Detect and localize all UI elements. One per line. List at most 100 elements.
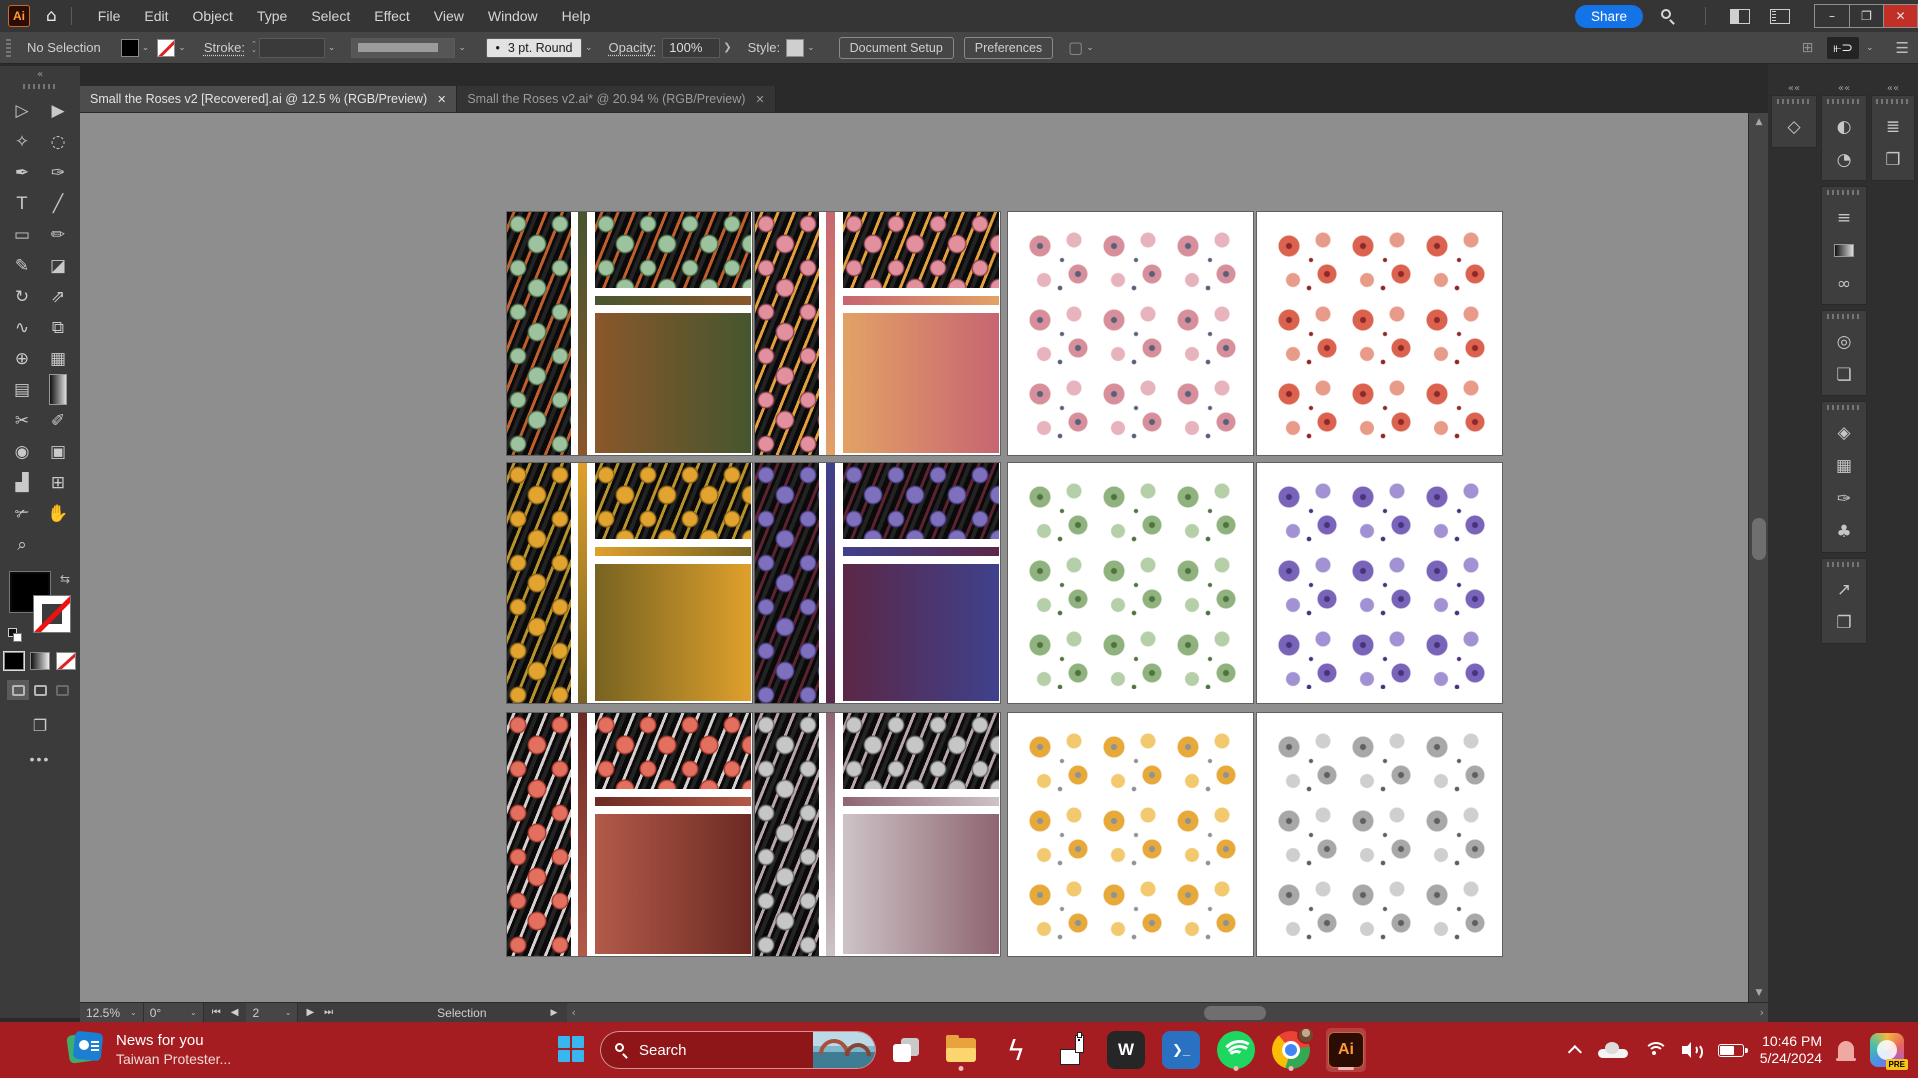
dark-w-app-button[interactable]: W xyxy=(1106,1028,1146,1072)
gradient-square[interactable] xyxy=(843,564,999,701)
fill-color-swatch[interactable] xyxy=(121,39,139,57)
rectangle-tool[interactable]: ▭ xyxy=(4,219,40,250)
panel-grip[interactable] xyxy=(1876,99,1910,104)
powershell-button[interactable]: ❯_ xyxy=(1161,1028,1201,1072)
libraries-panel-icon[interactable]: ❒ xyxy=(1872,143,1914,176)
select-similar-icon[interactable]: ▢ xyxy=(1068,38,1083,57)
default-fill-stroke-icon[interactable] xyxy=(8,628,22,642)
arrow-right-icon[interactable]: ❯ xyxy=(723,42,731,53)
pen-tool[interactable]: ✒ xyxy=(4,157,40,188)
illustrator-taskbar-button[interactable]: Ai xyxy=(1326,1028,1366,1072)
status-menu-icon[interactable]: ▶ xyxy=(551,1008,558,1018)
collapse-dock-icon[interactable]: «« xyxy=(1821,80,1867,95)
panel-grip[interactable] xyxy=(1777,99,1811,104)
tray-expand-icon[interactable] xyxy=(1568,1045,1582,1059)
scroll-left-icon[interactable]: ‹ xyxy=(571,1003,575,1023)
gradient-ribbon-horizontal[interactable] xyxy=(843,296,999,305)
artboard-tool[interactable]: ⊞ xyxy=(40,467,76,498)
menu-window[interactable]: Window xyxy=(476,3,550,29)
gray-blossom-board[interactable] xyxy=(1257,713,1502,956)
collapse-dock-icon[interactable]: «« xyxy=(1871,80,1915,95)
spotify-button[interactable] xyxy=(1216,1028,1256,1072)
document-setup-button[interactable]: Document Setup xyxy=(839,37,954,59)
onedrive-icon[interactable] xyxy=(1598,1042,1628,1058)
panel-grip[interactable] xyxy=(1827,562,1861,567)
gradient-ribbon-vertical[interactable] xyxy=(826,212,835,455)
swap-fill-stroke-icon[interactable]: ⇆ xyxy=(60,572,70,586)
red-blossom-board[interactable] xyxy=(1257,212,1502,455)
mesh-tool[interactable]: ▤ xyxy=(4,374,40,405)
properties-panel-icon[interactable]: ≣ xyxy=(1872,110,1914,143)
gray-floral-set[interactable] xyxy=(755,713,1000,956)
gradient-ribbon-horizontal[interactable] xyxy=(595,547,751,556)
horizontal-scrollbar[interactable]: ‹ › xyxy=(567,1003,1768,1023)
chevron-down-icon[interactable]: ⌄ xyxy=(458,43,466,53)
paintbrush-tool[interactable]: ✏ xyxy=(40,219,76,250)
panel-grip[interactable] xyxy=(23,84,57,89)
transparency-panel-icon[interactable]: ∞ xyxy=(1822,267,1866,300)
purple-floral-set[interactable] xyxy=(755,463,1000,703)
clock[interactable]: 10:46 PM 5/24/2024 xyxy=(1760,1033,1822,1067)
next-artboard-icon[interactable]: ▶ xyxy=(306,1007,314,1018)
asset-export-panel-icon[interactable]: ↗ xyxy=(1822,573,1866,606)
change-screen-mode-icon[interactable]: ❐ xyxy=(0,716,80,735)
shape-builder-tool[interactable]: ⊕ xyxy=(4,343,40,374)
share-button[interactable]: Share xyxy=(1575,5,1643,28)
chevron-down-icon[interactable]: ⌄ xyxy=(807,43,815,53)
purple-blossom-board[interactable] xyxy=(1257,463,1502,703)
pattern-strip-horizontal[interactable] xyxy=(595,212,751,288)
menu-select[interactable]: Select xyxy=(299,3,362,29)
slice-tool[interactable]: ✃ xyxy=(4,498,40,529)
opacity-label[interactable]: Opacity: xyxy=(609,40,657,55)
document-layout-icon[interactable] xyxy=(1770,9,1790,24)
floral-pattern[interactable] xyxy=(1022,226,1239,441)
shaper-tool[interactable]: ✎ xyxy=(4,250,40,281)
red-floral-set[interactable] xyxy=(507,713,752,956)
3d-materials-panel-icon[interactable]: ◇ xyxy=(1772,110,1816,143)
battery-icon[interactable] xyxy=(1718,1044,1744,1057)
file-explorer-button[interactable] xyxy=(941,1028,981,1072)
free-transform-tool[interactable]: ⧉ xyxy=(40,312,76,343)
previous-artboard-icon[interactable]: ◀ xyxy=(231,1007,239,1018)
gradient-ribbon-horizontal[interactable] xyxy=(843,547,999,556)
line-segment-tool[interactable]: ╱ xyxy=(40,188,76,219)
floral-pattern[interactable] xyxy=(1271,226,1488,441)
eyedropper-tool[interactable]: ✐ xyxy=(40,405,76,436)
gradient-square[interactable] xyxy=(843,313,999,453)
rotate-tool[interactable]: ↻ xyxy=(4,281,40,312)
pink-floral-set[interactable] xyxy=(755,212,1000,455)
volume-icon[interactable] xyxy=(1682,1042,1702,1058)
minimize-button[interactable]: – xyxy=(1815,5,1849,27)
chevron-down-icon[interactable]: ⌄ xyxy=(1866,43,1874,53)
menu-file[interactable]: File xyxy=(86,3,133,29)
lasso-tool[interactable]: ◌ xyxy=(40,126,76,157)
last-artboard-icon[interactable]: ⏭ xyxy=(324,1007,333,1018)
menu-help[interactable]: Help xyxy=(550,3,603,29)
graphic-styles-panel-icon[interactable]: ❏ xyxy=(1822,358,1866,391)
opacity-field[interactable]: 100% xyxy=(662,38,720,58)
menu-list-icon[interactable]: ☰ xyxy=(1896,39,1910,57)
gradient-square[interactable] xyxy=(843,814,999,954)
symbols-panel-icon[interactable]: ♣ xyxy=(1822,515,1866,548)
blend-tool[interactable]: ◉ xyxy=(4,436,40,467)
none-button[interactable] xyxy=(56,652,76,670)
chevron-down-icon[interactable]: ⌄ xyxy=(328,43,336,53)
color-panel-icon[interactable]: ◐ xyxy=(1822,110,1866,143)
close-button[interactable]: ✕ xyxy=(1883,5,1917,27)
direct-selection-tool[interactable]: ▶ xyxy=(40,95,76,126)
gradient-ribbon-vertical[interactable] xyxy=(578,713,587,956)
preferences-button[interactable]: Preferences xyxy=(964,37,1053,59)
pattern-strip-vertical[interactable] xyxy=(755,713,819,956)
stroke-panel-icon[interactable]: ≡ xyxy=(1822,201,1866,234)
stroke-color-indicator[interactable] xyxy=(34,596,70,632)
gradient-ribbon-vertical[interactable] xyxy=(826,463,835,703)
color-guide-panel-icon[interactable]: ◔ xyxy=(1822,143,1866,176)
hand-tool[interactable]: ✋ xyxy=(40,498,76,529)
pattern-strip-vertical[interactable] xyxy=(755,463,819,703)
document-tab[interactable]: Small the Roses v2.ai* @ 20.94 % (RGB/Pr… xyxy=(457,86,775,112)
gradient-square[interactable] xyxy=(595,814,751,954)
news-widget[interactable]: News for you Taiwan Protester... xyxy=(66,1030,231,1068)
pattern-strip-horizontal[interactable] xyxy=(595,463,751,539)
gradient-tool[interactable] xyxy=(49,374,67,405)
vertical-scrollbar[interactable]: ▲ ▼ xyxy=(1748,113,1768,1002)
